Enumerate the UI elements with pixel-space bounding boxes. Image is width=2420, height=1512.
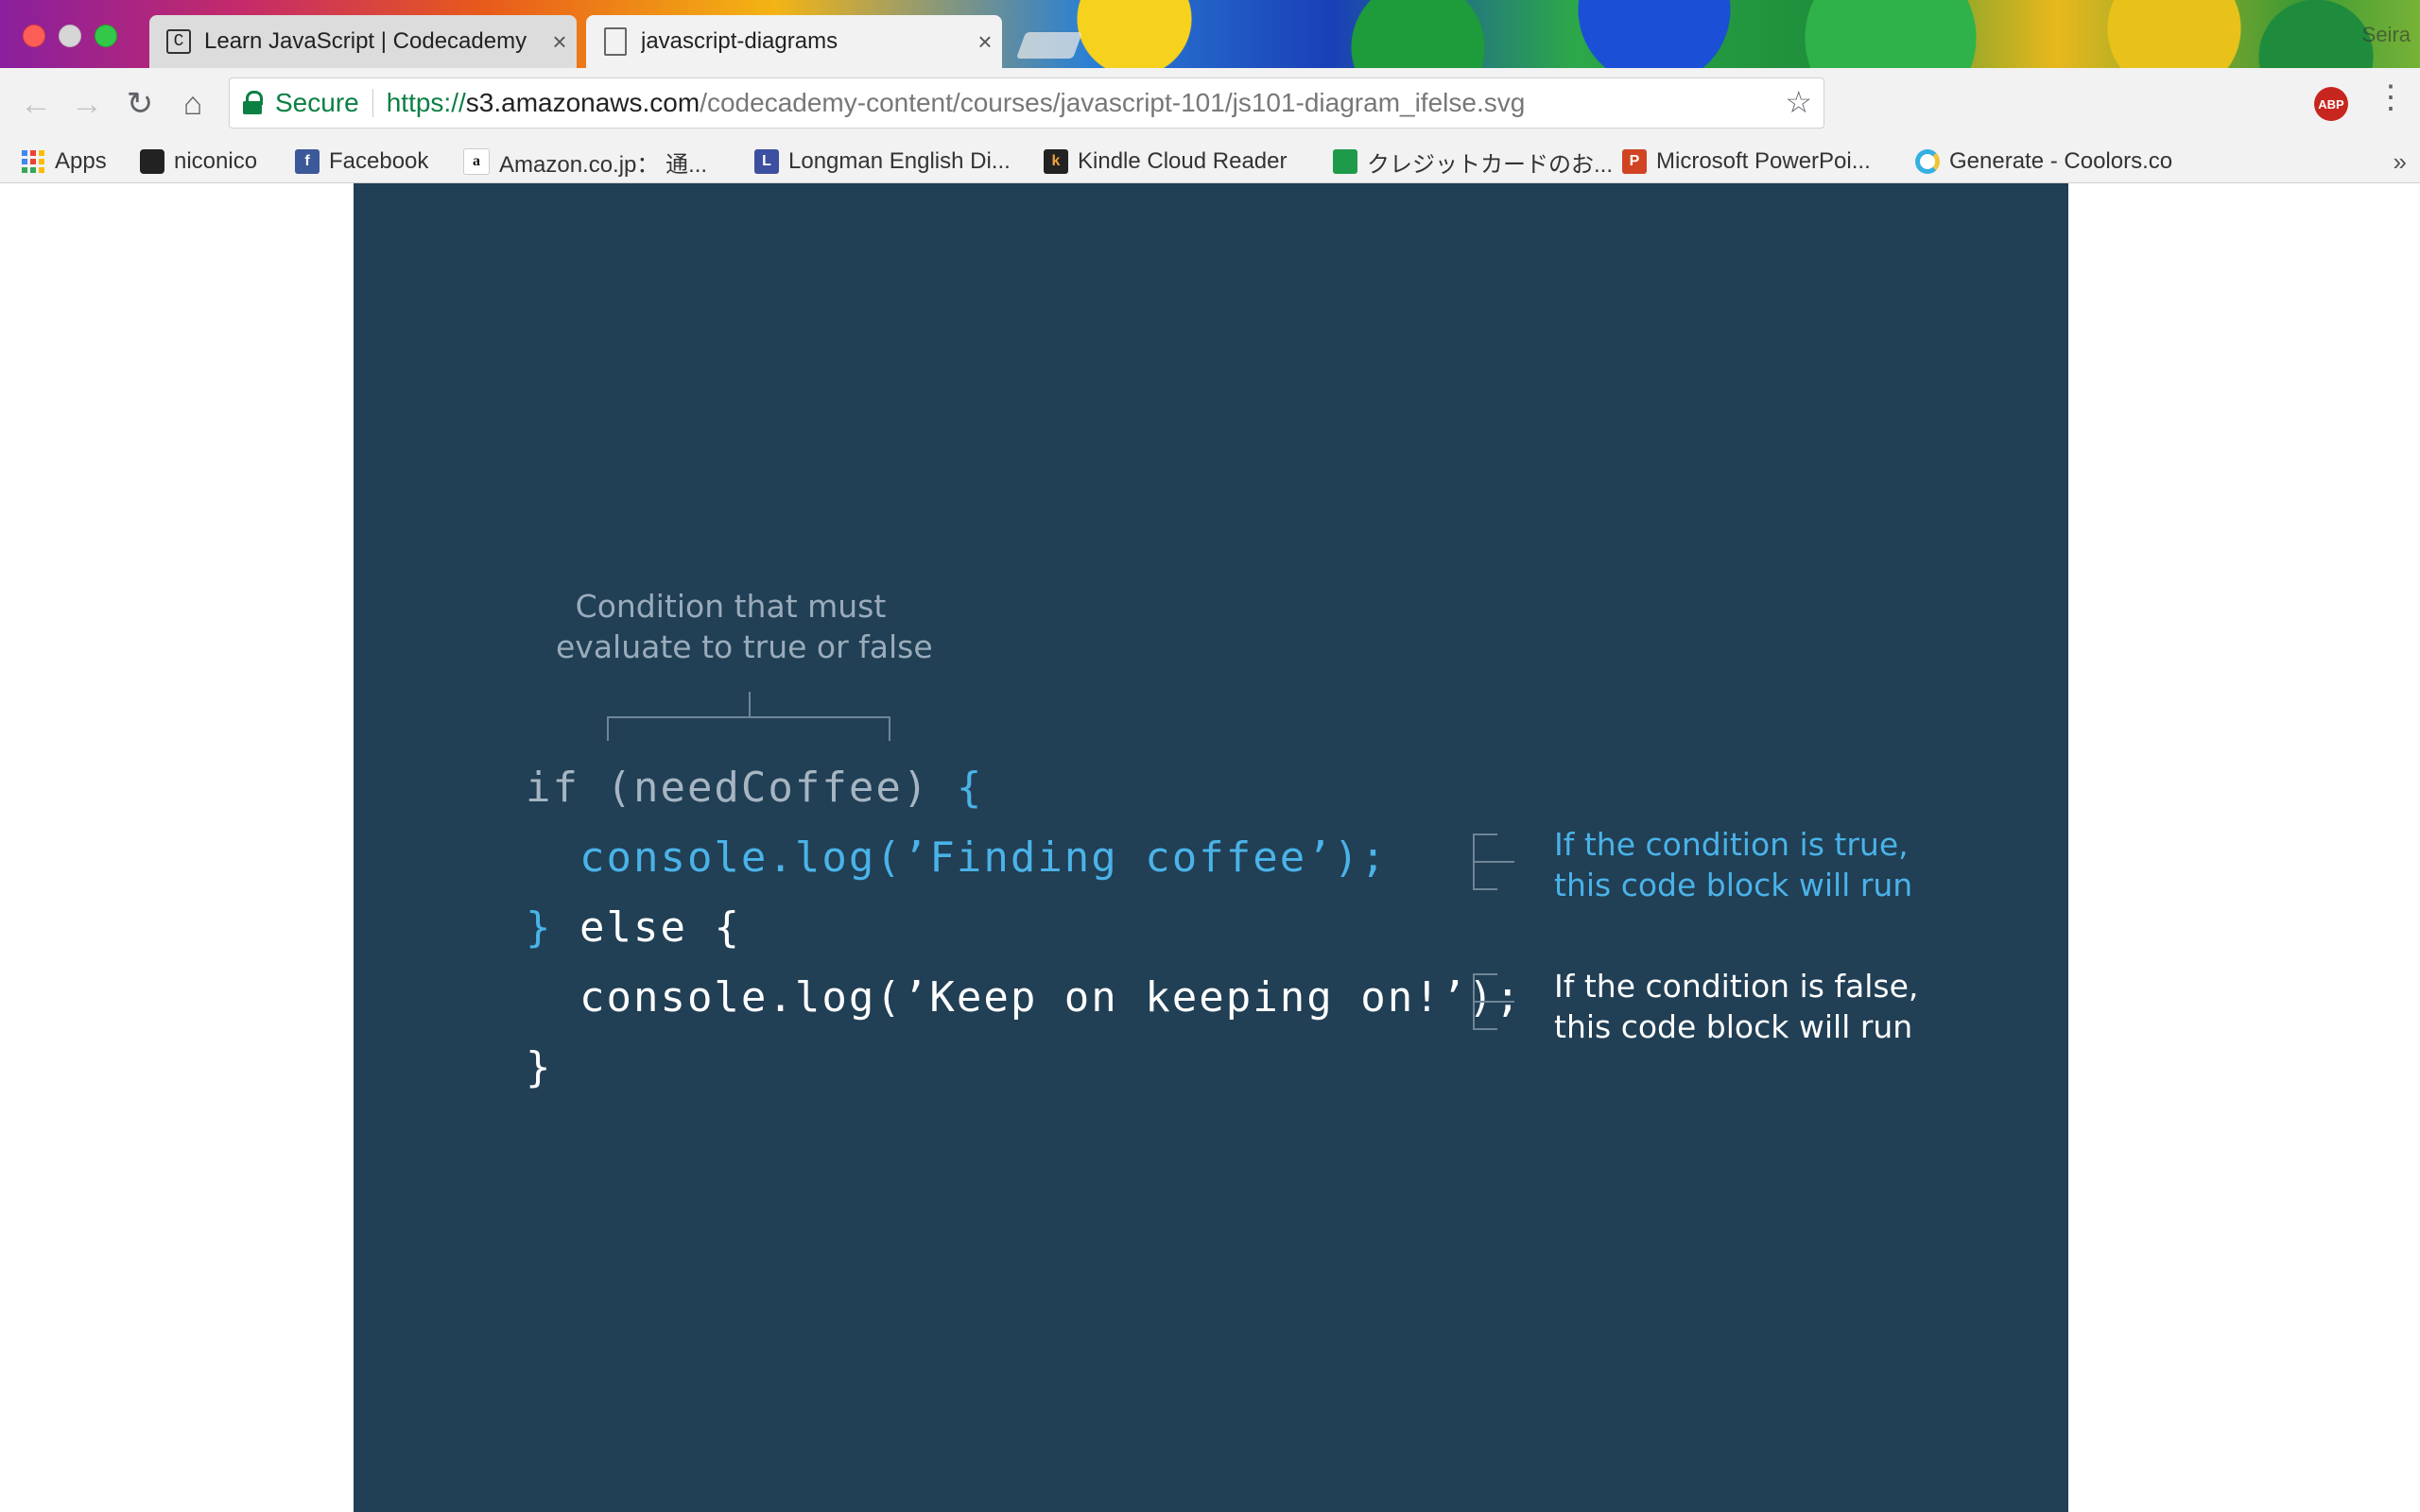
bookmark-label: Microsoft PowerPoi...: [1656, 148, 1871, 174]
false-annotation-line2: this code block will run: [1554, 1008, 1913, 1045]
bookmark-label: Kindle Cloud Reader: [1078, 148, 1288, 174]
bookmark-niconico[interactable]: niconico: [140, 140, 257, 183]
forward-arrow-icon[interactable]: →: [68, 85, 106, 123]
if-else-diagram: Condition that must evaluate to true or …: [354, 183, 2068, 1512]
powerpoint-icon: P: [1622, 149, 1647, 174]
code-line-false-block: console.log(’Keep on keeping on!’);: [526, 973, 1523, 1022]
false-annotation-line1: If the condition is false,: [1554, 968, 1919, 1005]
codecademy-icon: C: [166, 29, 191, 54]
page-viewport: Condition that must evaluate to true or …: [0, 183, 2420, 1512]
condition-bracket-left: [607, 716, 609, 741]
close-tab-icon[interactable]: ×: [543, 27, 577, 57]
false-bracket-pointer: [1475, 1001, 1514, 1003]
facebook-icon: f: [295, 149, 320, 174]
bookmark-label: niconico: [174, 148, 258, 174]
more-menu-icon[interactable]: ⋮: [2375, 81, 2407, 113]
tab-javascript-diagrams[interactable]: javascript-diagrams ×: [586, 15, 1002, 68]
true-bracket-pointer: [1475, 861, 1514, 863]
true-bracket-top: [1473, 833, 1497, 835]
divider: [372, 89, 373, 117]
true-annotation-line1: If the condition is true,: [1554, 826, 1909, 863]
window-titlebar: C Learn JavaScript | Codecademy × javasc…: [0, 0, 2420, 68]
profile-name[interactable]: Seira: [2362, 23, 2411, 47]
secure-label: Secure: [275, 88, 359, 117]
condition-bracket-right: [889, 716, 890, 741]
bookmark-powerpoint[interactable]: P Microsoft PowerPoi...: [1622, 140, 1871, 183]
bookmark-label: Apps: [55, 148, 107, 174]
true-annotation-line2: this code block will run: [1554, 867, 1913, 903]
close-tab-icon[interactable]: ×: [968, 27, 1002, 57]
bookmark-star-icon[interactable]: ☆: [1785, 84, 1812, 120]
window-maximize-button[interactable]: [95, 25, 117, 47]
bookmark-label: Facebook: [329, 148, 429, 174]
amazon-icon: a: [463, 148, 490, 175]
url-scheme: https://: [386, 88, 466, 117]
code-line-end: }: [526, 1043, 553, 1091]
false-bracket-top: [1473, 973, 1497, 975]
tab-codecademy[interactable]: C Learn JavaScript | Codecademy ×: [149, 15, 577, 68]
niconico-icon: [140, 149, 164, 174]
document-icon: [603, 27, 628, 56]
new-tab-button[interactable]: [1015, 32, 1083, 59]
bookmark-amazon[interactable]: a Amazon.co.jp： 通...: [463, 140, 707, 183]
condition-bracket-stem: [749, 692, 751, 716]
bookmark-longman[interactable]: L Longman English Di...: [754, 140, 1011, 183]
browser-toolbar: ← → ↻ ⌂ Secure https://s3.amazonaws.com /…: [0, 68, 2420, 140]
bookmark-credit-card[interactable]: クレジットカードのお...: [1333, 140, 1613, 183]
code-line-true-block: console.log(’Finding coffee’);: [526, 833, 1388, 882]
reload-icon[interactable]: ↻: [121, 85, 159, 123]
address-bar[interactable]: Secure https://s3.amazonaws.com/codecade…: [229, 77, 1824, 129]
condition-bracket-bar: [607, 716, 890, 718]
code-line-else: } else {: [526, 903, 741, 952]
coolors-icon: [1915, 149, 1940, 174]
condition-annotation-line2: evaluate to true or false: [556, 628, 933, 665]
code-line-if: if (needCoffee) {: [526, 764, 983, 812]
bookmark-coolors[interactable]: Generate - Coolors.co: [1915, 140, 2172, 183]
bookmark-label: Generate - Coolors.co: [1949, 148, 2173, 174]
back-arrow-icon[interactable]: ←: [17, 85, 55, 123]
false-bracket-bottom: [1473, 1028, 1497, 1030]
code-if-condition: if (needCoffee): [526, 764, 957, 812]
bookmark-label: Amazon.co.jp： 通...: [499, 151, 708, 178]
bookmark-label: クレジットカードのお...: [1367, 151, 1614, 178]
true-block-annotation: If the condition is true, this code bloc…: [1554, 824, 1912, 905]
apps-grid-icon: [21, 149, 45, 174]
bookmarks-overflow-icon[interactable]: »: [2394, 147, 2407, 177]
longman-icon: L: [754, 149, 779, 174]
bookmarks-bar: Apps niconico f Facebook a Amazon.co.jp：…: [0, 140, 2420, 183]
condition-annotation: Condition that must evaluate to true or …: [556, 586, 933, 667]
bookmark-kindle[interactable]: k Kindle Cloud Reader: [1044, 140, 1287, 183]
url-path: /codecademy-content/courses/javascript-1…: [700, 88, 1526, 117]
bookmark-facebook[interactable]: f Facebook: [295, 140, 428, 183]
window-minimize-button[interactable]: [59, 25, 81, 47]
code-else: else {: [552, 903, 741, 952]
lock-icon: [243, 91, 264, 115]
card-icon: [1333, 149, 1357, 174]
adblock-extension-icon[interactable]: ABP: [2314, 87, 2348, 121]
home-icon[interactable]: ⌂: [174, 85, 212, 123]
code-open-brace: {: [956, 764, 984, 812]
condition-annotation-line1: Condition that must: [575, 588, 887, 625]
tab-title: javascript-diagrams: [641, 28, 838, 54]
url-host: s3.amazonaws.com: [465, 88, 700, 117]
true-bracket-bottom: [1473, 888, 1497, 890]
code-close-brace: }: [526, 903, 553, 952]
bookmark-label: Longman English Di...: [788, 148, 1011, 174]
window-close-button[interactable]: [23, 25, 45, 47]
false-block-annotation: If the condition is false, this code blo…: [1554, 966, 1918, 1047]
bookmark-apps[interactable]: Apps: [21, 140, 107, 183]
tab-title: Learn JavaScript | Codecademy: [204, 28, 527, 54]
kindle-icon: k: [1044, 149, 1068, 174]
